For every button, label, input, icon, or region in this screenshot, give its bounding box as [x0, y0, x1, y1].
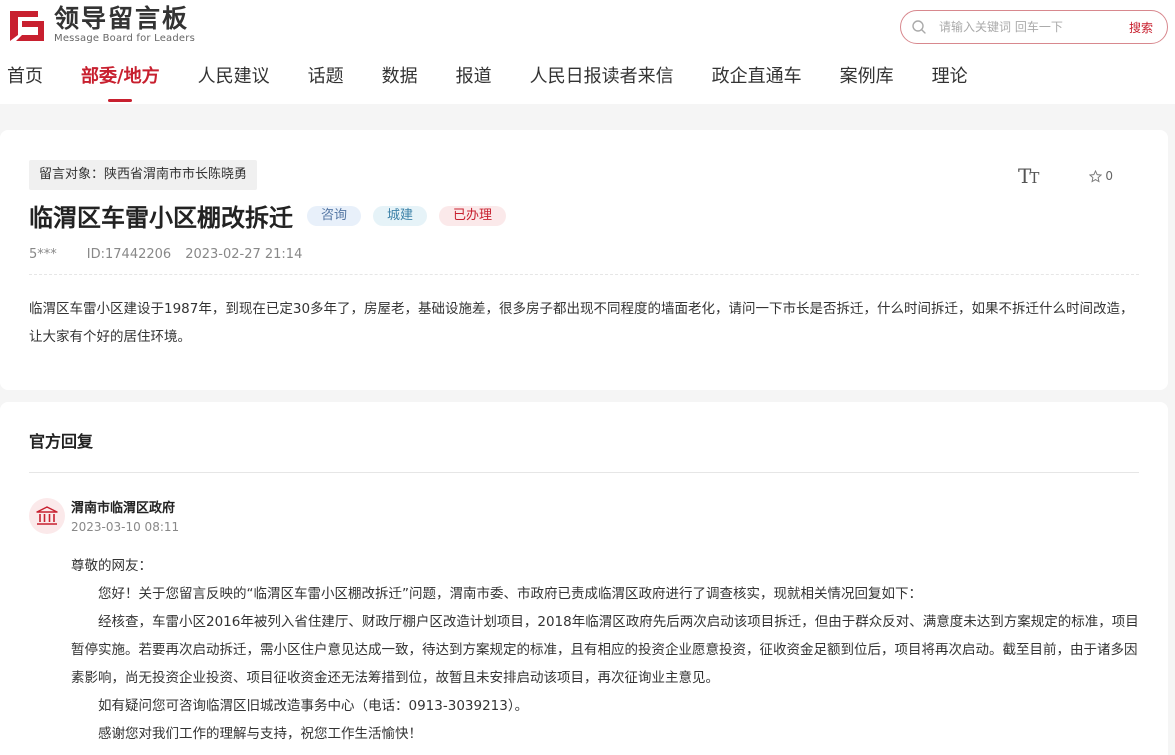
nav-item-9[interactable]: 理论 [925, 62, 975, 96]
logo-title: 领导留言板 [54, 3, 190, 33]
message-id: ID:17442206 [86, 247, 172, 262]
reply-org: 渭南市临渭区政府 [71, 501, 176, 516]
reply-paragraph: 经核查，车雷小区2016年被列入省住建厅、财政厅棚户区改造计划项目，2018年临… [71, 614, 1139, 686]
nav-item-1[interactable]: 部委/地方 [74, 62, 167, 96]
message-content: 临渭区车雷小区建设于1987年，到现在已定30多年了，房屋老，基础设施差，很多房… [29, 301, 1134, 345]
reply-paragraph: 感谢您对我们工作的理解与支持，祝您工作生活愉快！ [98, 726, 422, 742]
logo-mark-icon [8, 5, 46, 43]
search-icon [912, 20, 926, 34]
favorite-count: 0 [1105, 169, 1113, 183]
tag-type[interactable]: 咨询 [307, 205, 362, 226]
reply-paragraph: 如有疑问您可咨询临渭区旧城改造事务中心（电话：0913-3039213）。 [98, 698, 529, 714]
reply-card: 官方回复 渭南市临渭区政府 2023-03-10 08:11 尊敬的网友： 您好… [0, 402, 1168, 755]
main-nav: 首页 部委/地方 人民建议 话题 数据 报道 人民日报读者来信 政企直通车 案例库 理论 [0, 62, 975, 96]
nav-item-5[interactable]: 报道 [449, 62, 499, 96]
search-box: 搜索 [900, 10, 1168, 44]
nav-item-2[interactable]: 人民建议 [191, 62, 277, 96]
nav-item-4[interactable]: 数据 [375, 62, 425, 96]
nav-item-7[interactable]: 政企直通车 [705, 62, 809, 96]
font-size-icon[interactable]: TT [1018, 164, 1039, 188]
government-building-icon [29, 498, 65, 534]
message-time: 2023-02-27 21:14 [185, 247, 303, 262]
message-card: 留言对象：陕西省渭南市市长陈晓勇 TT 0 临渭区车雷小区棚改拆迁 咨询 城建 … [0, 130, 1168, 390]
reply-time: 2023-03-10 08:11 [71, 520, 180, 534]
message-title: 临渭区车雷小区棚改拆迁 [29, 204, 293, 232]
message-tools: TT 0 [1018, 164, 1113, 188]
message-target: 留言对象：陕西省渭南市市长陈晓勇 [29, 160, 258, 190]
message-meta: 5*** ID:17442206 2023-02-27 21:14 [29, 247, 332, 262]
meta-divider [29, 274, 1139, 275]
nav-item-8[interactable]: 案例库 [833, 62, 901, 96]
reply-divider [29, 472, 1139, 473]
reply-body: 尊敬的网友： 您好！关于您留言反映的“临渭区车雷小区棚改拆迁”问题，渭南市委、市… [71, 552, 1141, 748]
site-header: 领导留言板 Message Board for Leaders 搜索 首页部委/… [0, 0, 1175, 104]
favorite-button[interactable]: 0 [1089, 169, 1113, 183]
nav-item-0[interactable]: 首页 [0, 62, 50, 96]
nav-item-3[interactable]: 话题 [301, 62, 351, 96]
search-input[interactable] [939, 20, 1129, 34]
message-author: 5*** [29, 247, 57, 262]
nav-item-6[interactable]: 人民日报读者来信 [523, 62, 681, 96]
star-icon [1089, 169, 1103, 183]
search-button[interactable]: 搜索 [1129, 19, 1153, 36]
tag-status: 已办理 [439, 205, 507, 226]
reply-section-title: 官方回复 [29, 432, 94, 451]
site-logo[interactable]: 领导留言板 Message Board for Leaders [8, 4, 195, 44]
reply-salutation: 尊敬的网友： [71, 558, 152, 574]
reply-paragraph: 您好！关于您留言反映的“临渭区车雷小区棚改拆迁”问题，渭南市委、市政府已责成临渭… [98, 586, 922, 602]
logo-subtitle: Message Board for Leaders [54, 32, 196, 44]
tag-category[interactable]: 城建 [373, 205, 428, 226]
